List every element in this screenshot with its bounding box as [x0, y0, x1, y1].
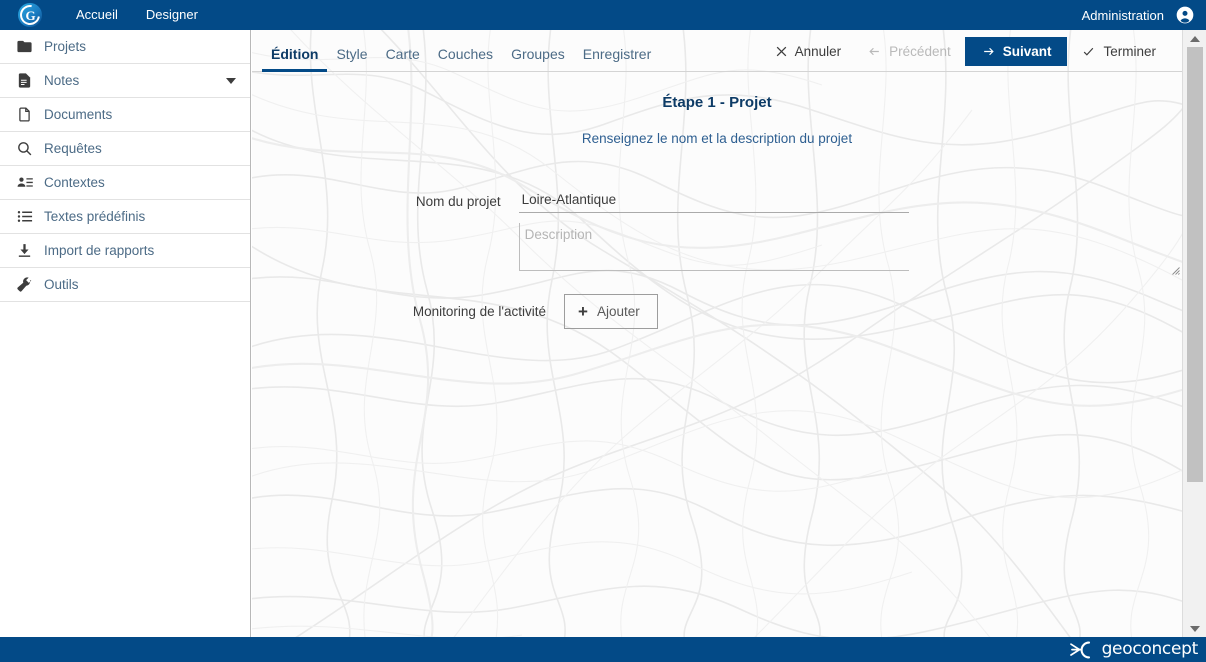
monitoring-control: + Ajouter: [564, 294, 658, 329]
step-title: Étape 1 - Projet: [662, 94, 772, 111]
next-label: Suivant: [1002, 44, 1052, 59]
search-icon: [16, 140, 38, 158]
sidebar-item-label: Outils: [44, 277, 79, 292]
person-list-icon: [16, 174, 38, 192]
sidebar-item-outils[interactable]: Outils: [0, 268, 250, 302]
nav-item-designer[interactable]: Designer: [132, 0, 212, 30]
wizard-actions: Annuler Précédent Suivant Terminer: [763, 37, 1182, 71]
wizard-toolbar: Édition Style Carte Couches Groupes Enre…: [252, 30, 1182, 72]
add-monitoring-button[interactable]: + Ajouter: [564, 294, 658, 329]
app-logo[interactable]: G: [12, 0, 48, 30]
arrow-right-icon: [981, 45, 996, 58]
wrench-icon: [16, 276, 38, 294]
nav-item-accueil[interactable]: Accueil: [62, 0, 132, 30]
geoconcept-footer-logo: geoconcept: [1069, 641, 1206, 659]
sidebar-item-label: Notes: [44, 73, 80, 88]
tab-enregistrer[interactable]: Enregistrer: [574, 46, 660, 71]
scrollbar-thumb[interactable]: [1187, 47, 1203, 482]
project-name-label: Nom du projet: [415, 194, 501, 209]
finish-label: Terminer: [1103, 44, 1156, 59]
close-icon: [775, 45, 788, 58]
sidebar-item-label: Documents: [44, 107, 113, 122]
tab-carte[interactable]: Carte: [377, 46, 429, 71]
document-icon: [16, 106, 38, 124]
list-icon: [16, 208, 38, 226]
scroll-up-button[interactable]: [1183, 30, 1206, 47]
logo-letter: G: [25, 7, 36, 23]
sidebar-item-projets[interactable]: Projets: [0, 30, 250, 64]
project-name-control: [518, 190, 1182, 276]
scroll-down-button[interactable]: [1183, 620, 1206, 637]
previous-label: Précédent: [889, 44, 951, 59]
wizard-step-form: Étape 1 - Projet Renseignez le nom et la…: [252, 72, 1182, 329]
tab-bar: Édition Style Carte Couches Groupes Enre…: [262, 30, 660, 72]
cancel-label: Annuler: [794, 44, 842, 59]
step-subtitle: Renseignez le nom et la description du p…: [581, 131, 853, 146]
geoconcept-g-icon: G: [18, 3, 42, 27]
finish-button[interactable]: Terminer: [1069, 38, 1168, 65]
sidebar-item-import-de-rapports[interactable]: Import de rapports: [0, 234, 250, 268]
form-fields: Nom du projet Monitoring de l'activité +: [252, 190, 1182, 329]
triangle-up-icon: [1190, 35, 1200, 42]
sidebar-item-contextes[interactable]: Contextes: [0, 166, 250, 200]
sidebar-item-label: Projets: [44, 39, 87, 54]
administration-link[interactable]: Administration: [1082, 8, 1164, 23]
account-circle-icon[interactable]: [1174, 4, 1196, 26]
left-sidebar: Projets Notes Documents Requêtes Context…: [0, 30, 251, 637]
top-navigation: Accueil Designer: [62, 0, 212, 30]
sidebar-item-label: Contextes: [44, 175, 105, 190]
top-header-bar: G Accueil Designer Administration: [0, 0, 1206, 30]
add-button-label: Ajouter: [596, 304, 640, 319]
tab-groupes[interactable]: Groupes: [502, 46, 574, 71]
cancel-button[interactable]: Annuler: [763, 38, 854, 65]
triangle-down-icon: [1190, 625, 1200, 632]
sidebar-item-label: Requêtes: [44, 141, 102, 156]
arrow-left-icon: [867, 45, 882, 58]
previous-button[interactable]: Précédent: [855, 38, 963, 65]
main-content-panel: Édition Style Carte Couches Groupes Enre…: [252, 30, 1182, 637]
project-description-textarea[interactable]: [518, 223, 909, 271]
tab-style[interactable]: Style: [327, 46, 376, 71]
form-row-project-name: Nom du projet: [252, 190, 1182, 276]
chevron-down-icon[interactable]: [226, 77, 236, 84]
sidebar-item-documents[interactable]: Documents: [0, 98, 250, 132]
vertical-scrollbar[interactable]: [1182, 30, 1206, 637]
check-icon: [1081, 45, 1096, 58]
tab-edition[interactable]: Édition: [262, 46, 328, 72]
monitoring-label: Monitoring de l'activité: [412, 304, 546, 319]
footer-brand-text: geoconcept: [1101, 639, 1199, 659]
sidebar-item-notes[interactable]: Notes: [0, 64, 250, 98]
folder-icon: [16, 38, 38, 56]
top-header-right: Administration: [1082, 4, 1206, 26]
resize-handle-icon[interactable]: [1170, 262, 1180, 275]
sidebar-item-label: Import de rapports: [44, 243, 155, 258]
download-icon: [16, 242, 38, 260]
next-button[interactable]: Suivant: [964, 37, 1068, 66]
plus-icon: +: [578, 302, 588, 321]
geoconcept-mark-icon: [1069, 641, 1090, 658]
sidebar-item-label: Textes prédéfinis: [44, 209, 146, 224]
tab-couches[interactable]: Couches: [429, 46, 502, 71]
form-row-monitoring: Monitoring de l'activité + Ajouter: [252, 294, 1182, 329]
sidebar-item-textes-predefinis[interactable]: Textes prédéfinis: [0, 200, 250, 234]
sidebar-item-requetes[interactable]: Requêtes: [0, 132, 250, 166]
note-icon: [16, 72, 38, 90]
footer-bar: geoconcept: [0, 637, 1206, 662]
project-name-input[interactable]: [518, 190, 909, 213]
